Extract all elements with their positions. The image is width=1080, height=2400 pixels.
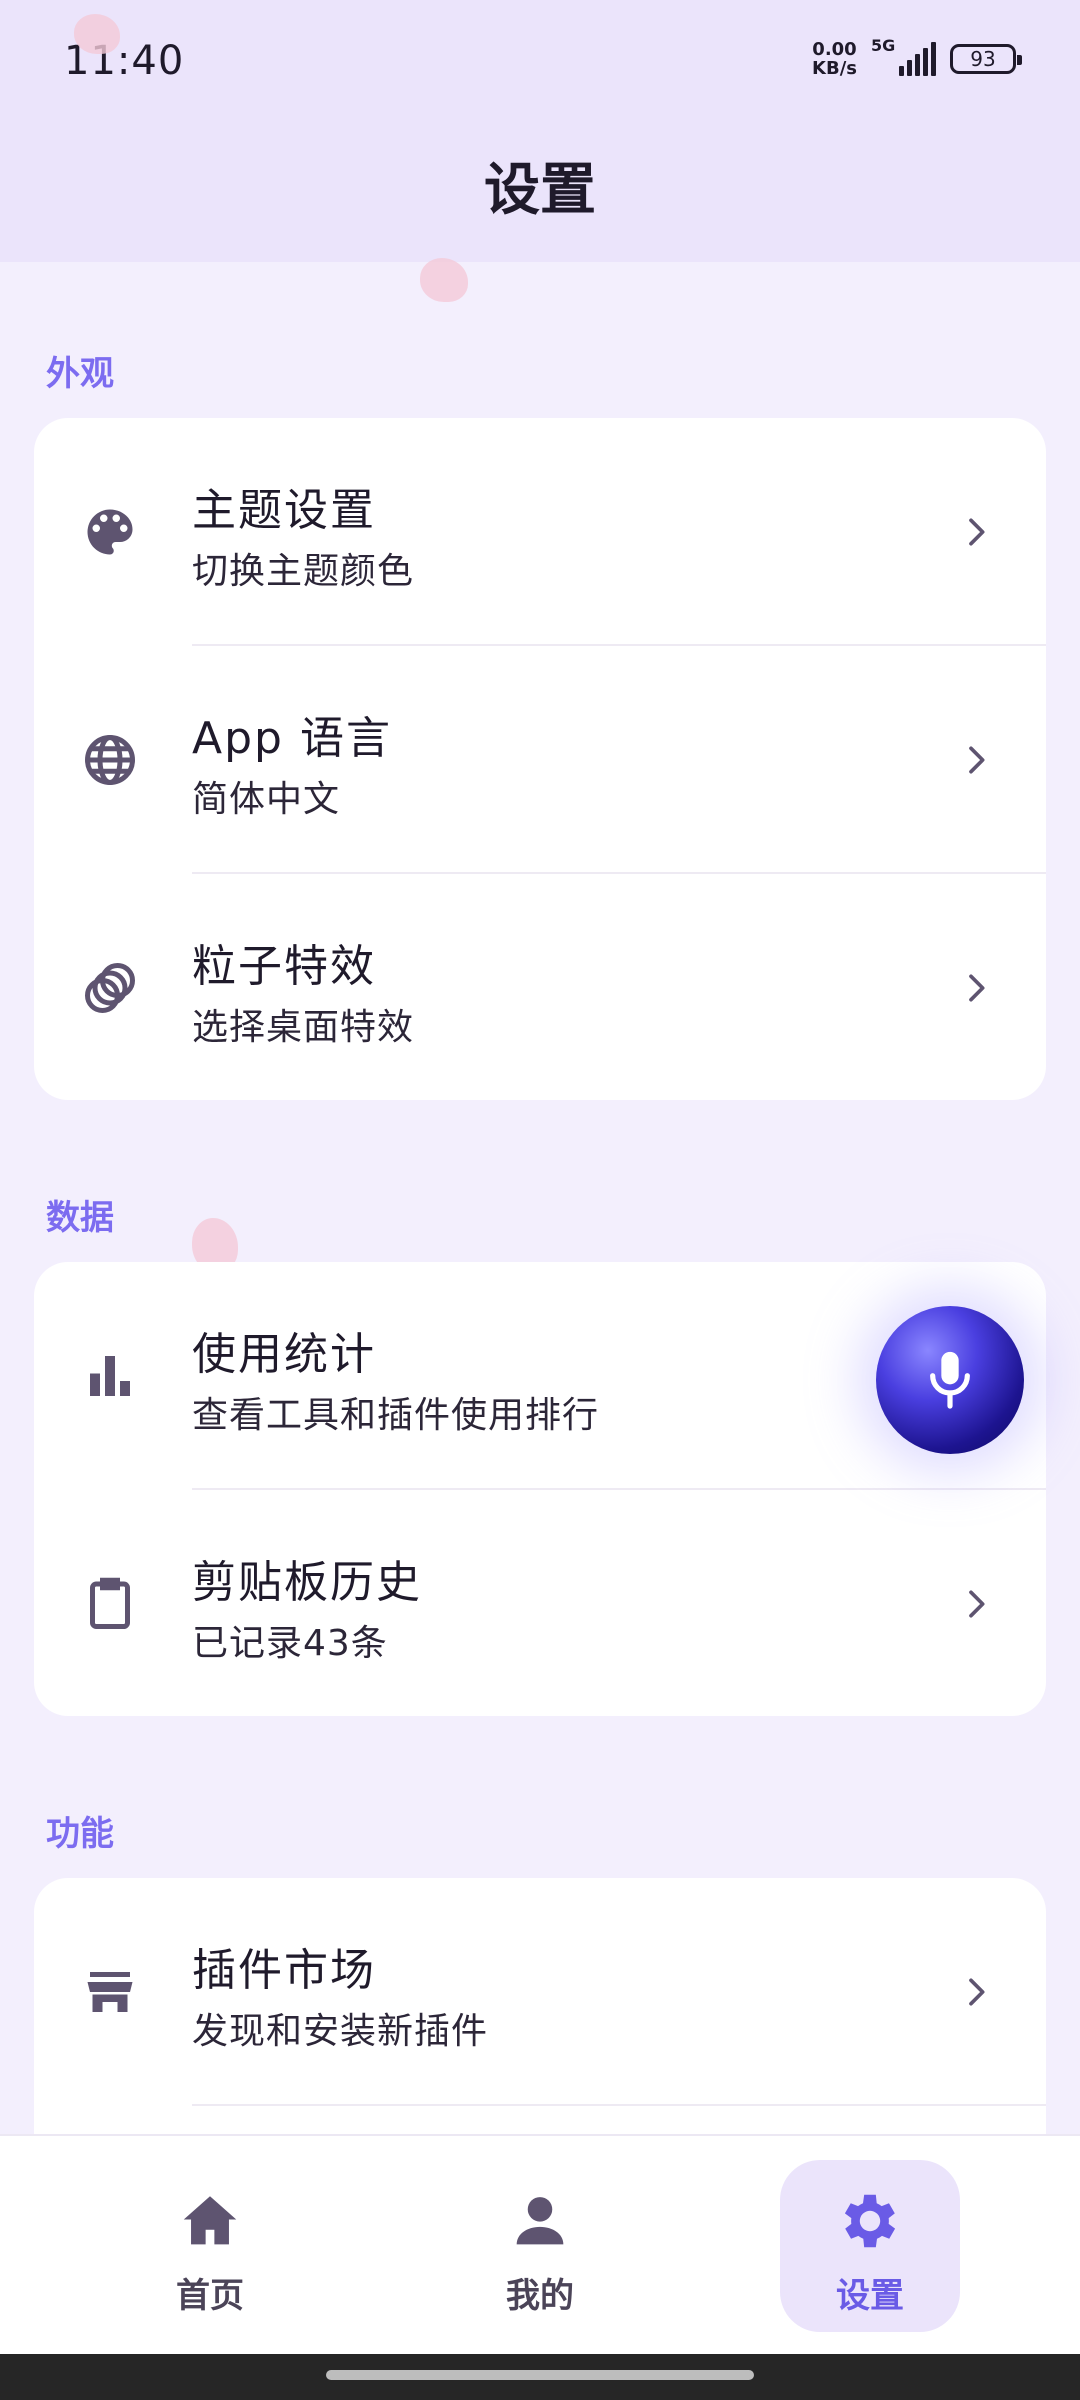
appearance-card: 主题设置 切换主题颜色 App 语言 简体中文 粒子特效 选择桌面特效	[34, 418, 1046, 1100]
settings-screen: 11:40 0.00 KB/s 5G 93 设置 外观 主题设置 切换主题颜色 …	[0, 0, 1080, 2400]
gesture-area	[0, 2354, 1080, 2400]
particles-icon	[85, 963, 135, 1013]
item-title: 使用统计	[192, 1329, 376, 1380]
petal-decoration	[420, 258, 468, 302]
settings-item-clipboard-history[interactable]: 剪贴板历史 已记录43条	[34, 1490, 1046, 1716]
item-subtitle: 切换主题颜色	[192, 551, 415, 592]
net-speed-value: 0.00	[812, 39, 857, 60]
network-type: 5G	[871, 36, 896, 55]
voice-input-button[interactable]	[876, 1306, 1024, 1454]
item-title: 插件市场	[192, 1945, 376, 1996]
clipboard-icon	[90, 1577, 130, 1629]
item-subtitle: 查看工具和插件使用排行	[192, 1395, 600, 1436]
item-subtitle: 发现和安装新插件	[192, 2011, 489, 2052]
nav-item-settings[interactable]: 设置	[780, 2160, 960, 2332]
settings-item-language[interactable]: App 语言 简体中文	[34, 646, 1046, 874]
divider	[192, 2104, 1046, 2106]
gear-icon	[844, 2194, 896, 2248]
chevron-right-icon	[969, 974, 985, 1002]
person-icon	[516, 2197, 564, 2245]
signal-icon: 5G	[871, 36, 936, 76]
settings-item-theme[interactable]: 主题设置 切换主题颜色	[34, 418, 1046, 646]
item-title: 剪贴板历史	[192, 1557, 422, 1608]
nav-label: 我的	[506, 2276, 574, 2316]
nav-label: 设置	[836, 2276, 904, 2316]
battery-level: 93	[970, 47, 996, 71]
battery-icon: 93	[950, 44, 1022, 74]
gesture-handle[interactable]	[326, 2370, 754, 2380]
petal-decoration	[74, 14, 120, 54]
chevron-right-icon	[969, 746, 985, 774]
page-title: 设置	[484, 158, 596, 223]
item-title: App 语言	[192, 713, 392, 764]
store-icon	[87, 1972, 133, 2012]
nav-label: 首页	[176, 2276, 244, 2316]
item-subtitle: 选择桌面特效	[192, 1007, 415, 1048]
settings-item-particles[interactable]: 粒子特效 选择桌面特效	[34, 874, 1046, 1100]
globe-icon	[85, 735, 135, 785]
status-icons: 0.00 KB/s 5G 93	[812, 36, 1022, 78]
nav-item-mine[interactable]: 我的	[450, 2160, 630, 2332]
home-icon	[183, 2196, 237, 2245]
item-subtitle: 简体中文	[192, 779, 341, 820]
section-label-data: 数据	[46, 1198, 114, 1238]
item-title: 主题设置	[192, 485, 376, 536]
microphone-icon	[930, 1351, 970, 1409]
features-card: 插件市场 发现和安装新插件	[34, 1878, 1046, 2178]
net-speed: 0.00 KB/s	[812, 40, 857, 78]
item-subtitle: 已记录43条	[192, 1623, 388, 1664]
section-label-features: 功能	[46, 1814, 114, 1854]
chevron-right-icon	[969, 1590, 985, 1618]
bottom-navigation: 首页 我的 设置	[0, 2134, 1080, 2354]
settings-item-plugin-market[interactable]: 插件市场 发现和安装新插件	[34, 1878, 1046, 2106]
nav-item-home[interactable]: 首页	[120, 2160, 300, 2332]
section-label-appearance: 外观	[46, 354, 114, 394]
chevron-right-icon	[969, 518, 985, 546]
chevron-right-icon	[969, 1978, 985, 2006]
bar-chart-icon	[90, 1356, 130, 1396]
header: 11:40 0.00 KB/s 5G 93 设置	[0, 0, 1080, 262]
item-title: 粒子特效	[192, 941, 376, 992]
net-speed-unit: KB/s	[812, 58, 857, 79]
palette-icon	[87, 509, 133, 555]
